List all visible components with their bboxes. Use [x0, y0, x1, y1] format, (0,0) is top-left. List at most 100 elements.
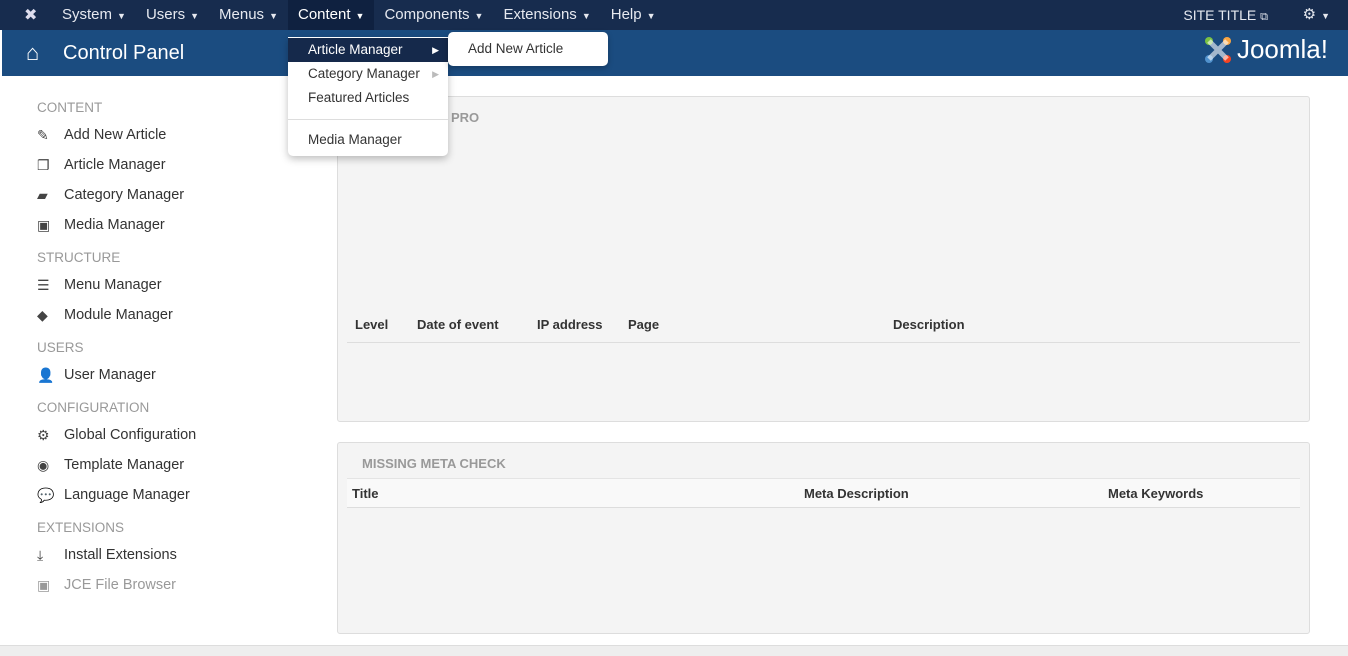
section-heading: EXTENSIONS — [37, 520, 125, 535]
sidebar-item-label: Template Manager — [64, 457, 185, 473]
dropdown-item-category-manager[interactable]: Category Manager ▶ — [288, 62, 448, 86]
joomla-logo: Joomla! — [1203, 34, 1328, 65]
sidebar-item-label: Menu Manager — [64, 277, 162, 293]
dropdown-item-label: Media Manager — [308, 132, 402, 147]
sidebar-item-label: JCE File Browser — [64, 577, 176, 593]
sidebar-item-category-manager[interactable]: ▰ Category Manager — [0, 180, 320, 210]
submenu-label: Add New Article — [468, 41, 564, 56]
sidebar-item-label: Add New Article — [64, 127, 167, 143]
caret-down-icon: ▼ — [269, 11, 278, 21]
menu-label: Help — [610, 6, 642, 23]
comments-icon: 💬 — [37, 486, 55, 503]
panel-title: MISSING META CHECK — [362, 456, 506, 471]
submenu-add-new-article[interactable]: Add New Article — [448, 32, 608, 66]
copy-icon: ❐ — [37, 156, 50, 173]
log-table-header: Level Date of event IP address Page Desc… — [347, 317, 1300, 343]
caret-down-icon: ▼ — [355, 11, 365, 21]
menu-content[interactable]: Content ▼ — [287, 0, 375, 30]
sidebar-item-label: Language Manager — [64, 487, 190, 503]
dropdown-item-label: Category Manager — [308, 66, 420, 81]
image-icon: ▣ — [37, 216, 51, 233]
dropdown-divider — [288, 119, 448, 120]
home-icon: ⌂ — [26, 40, 40, 65]
cog-icon: ⚙ — [37, 426, 50, 443]
page-title: Control Panel — [63, 42, 185, 64]
menu-label: Content — [297, 6, 351, 23]
sidebar-item-language-manager[interactable]: 💬 Language Manager — [0, 480, 320, 510]
column-meta-description[interactable]: Meta Description — [804, 486, 909, 501]
meta-table-header: Title Meta Description Meta Keywords — [347, 478, 1300, 508]
caret-down-icon: ▼ — [117, 11, 126, 21]
sidebar-item-global-configuration[interactable]: ⚙ Global Configuration — [0, 420, 320, 450]
sidebar: CONTENT ✎ Add New Article ❐ Article Manage… — [0, 90, 320, 600]
log-panel: PRO Level Date of event IP address Page … — [337, 96, 1310, 422]
caret-down-icon: ▼ — [190, 11, 200, 21]
dropdown-item-article-manager[interactable]: Article Manager ▶ — [288, 38, 448, 62]
menu-extensions[interactable]: Extensions ▼ — [493, 0, 600, 30]
menu-label: Extensions — [503, 6, 577, 23]
menu-menus[interactable]: Menus ▼ — [209, 0, 288, 30]
sidebar-item-article-manager[interactable]: ❐ Article Manager — [0, 150, 320, 180]
status-bar — [0, 645, 1348, 656]
list-icon: ☰ — [37, 276, 50, 293]
user-icon: 👤 — [37, 366, 55, 383]
column-title[interactable]: Title — [352, 486, 379, 501]
sidebar-item-module-manager[interactable]: ◆ Module Manager — [0, 300, 320, 330]
sidebar-item-label: User Manager — [64, 367, 156, 383]
main-menu: System ▼ Users ▼ Menus ▼ Content ▼ Component… — [52, 0, 666, 30]
sidebar-item-label: Media Manager — [64, 217, 165, 233]
joomla-logo-icon — [1204, 36, 1231, 63]
menu-users[interactable]: Users ▼ — [136, 0, 209, 30]
sidebar-item-template-manager[interactable]: ◉ Template Manager — [0, 450, 320, 480]
download-icon: ⤓ — [37, 546, 44, 563]
menu-label: Menus — [219, 6, 265, 23]
dropdown-item-label: Featured Articles — [308, 90, 410, 105]
content-dropdown-menu: Article Manager ▶ Category Manager ▶ Featu… — [288, 37, 448, 156]
sidebar-item-user-manager[interactable]: 👤 User Manager — [0, 360, 320, 390]
sidebar-item-menu-manager[interactable]: ☰ Menu Manager — [0, 270, 320, 300]
column-ip[interactable]: IP address — [537, 317, 603, 332]
user-settings-menu[interactable]: ⚙ ▼ — [1303, 0, 1330, 31]
menu-components[interactable]: Components ▼ — [374, 0, 493, 30]
menu-label: Components — [384, 6, 470, 23]
eye-icon: ◉ — [37, 456, 50, 473]
pencil-icon: ✎ — [37, 126, 49, 143]
column-page[interactable]: Page — [628, 317, 659, 332]
caret-down-icon: ▼ — [1321, 11, 1330, 21]
sidebar-item-label: Install Extensions — [64, 547, 177, 563]
section-heading: USERS — [37, 340, 84, 355]
page-header: ⌂ Control Panel Joomla! — [2, 30, 1348, 76]
joomla-icon[interactable]: ✖ — [24, 5, 52, 25]
section-heading: STRUCTURE — [37, 250, 121, 265]
column-meta-keywords[interactable]: Meta Keywords — [1108, 486, 1203, 501]
section-heading: CONTENT — [37, 100, 103, 115]
sidebar-item-install-extensions[interactable]: ⤓ Install Extensions — [0, 540, 320, 570]
site-title: SITE TITLE — [1183, 7, 1257, 23]
sidebar-item-jce-file-browser[interactable]: ▣ JCE File Browser — [0, 570, 320, 600]
caret-down-icon: ▼ — [474, 11, 484, 21]
sidebar-item-label: Global Configuration — [64, 427, 197, 443]
brand-text: Joomla! — [1236, 34, 1328, 64]
caret-down-icon: ▼ — [581, 11, 591, 21]
sidebar-item-media-manager[interactable]: ▣ Media Manager — [0, 210, 320, 240]
site-title-link[interactable]: SITE TITLE ⧉ — [1183, 0, 1268, 32]
column-description[interactable]: Description — [893, 317, 965, 332]
sidebar-item-label: Category Manager — [64, 187, 185, 203]
column-level[interactable]: Level — [355, 317, 388, 332]
cube-icon: ◆ — [37, 306, 48, 323]
section-heading: CONFIGURATION — [37, 400, 150, 415]
caret-down-icon: ▼ — [646, 11, 656, 21]
caret-right-icon: ▶ — [432, 69, 439, 79]
missing-meta-panel: MISSING META CHECK Title Meta Descriptio… — [337, 442, 1310, 634]
caret-right-icon: ▶ — [432, 45, 439, 55]
dropdown-item-featured-articles[interactable]: Featured Articles — [288, 86, 448, 110]
column-date[interactable]: Date of event — [417, 317, 499, 332]
sidebar-item-label: Module Manager — [64, 307, 173, 323]
dropdown-item-media-manager[interactable]: Media Manager — [288, 128, 448, 152]
menu-label: Users — [145, 6, 186, 23]
menu-help[interactable]: Help ▼ — [601, 0, 666, 30]
external-link-icon: ⧉ — [1260, 11, 1268, 23]
sidebar-item-add-new-article[interactable]: ✎ Add New Article — [0, 120, 320, 150]
sidebar-item-label: Article Manager — [64, 157, 166, 173]
menu-system[interactable]: System ▼ — [52, 0, 136, 30]
